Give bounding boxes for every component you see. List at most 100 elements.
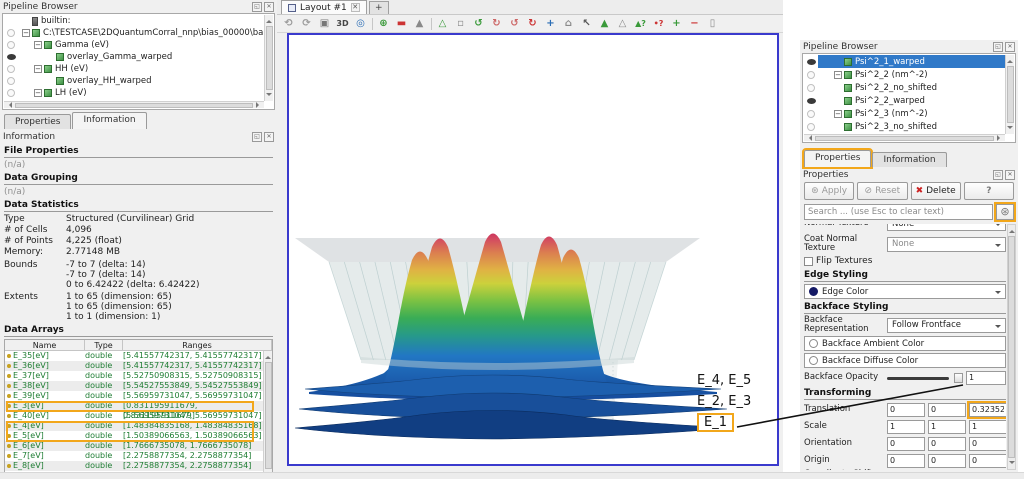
rotate-90cw-icon[interactable]: ↻	[524, 16, 541, 31]
visibility-toggle[interactable]	[4, 17, 18, 25]
table-row[interactable]: E_5[eV] double [1.50389066563, 1.5038906…	[5, 431, 263, 441]
translation-x-input[interactable]	[887, 403, 925, 417]
zoom-to-data-icon[interactable]: ⊕	[375, 16, 392, 31]
vertical-scrollbar[interactable]	[1007, 224, 1016, 470]
gear-icon[interactable]: ⊛	[996, 204, 1014, 220]
visibility-toggle[interactable]	[4, 77, 18, 85]
visibility-toggle[interactable]	[4, 65, 18, 73]
separator[interactable]	[429, 16, 433, 31]
origin-z-input[interactable]	[969, 454, 1006, 468]
expander-icon[interactable]: −	[834, 110, 842, 118]
visibility-toggle[interactable]	[804, 98, 818, 104]
coat-normal-texture-combo[interactable]: None	[887, 237, 1006, 252]
remove-icon[interactable]: −	[686, 16, 703, 31]
origin-y-input[interactable]	[928, 454, 966, 468]
undock-icon[interactable]: ◱	[252, 2, 262, 12]
origin-x-input[interactable]	[887, 454, 925, 468]
visibility-toggle[interactable]	[4, 29, 18, 37]
pipeline-item[interactable]: − Psi^2_2 (nm^-2)	[804, 68, 1005, 81]
backface-opacity-slider[interactable]	[887, 373, 963, 383]
close-icon[interactable]: ✕	[264, 2, 274, 12]
vertical-scrollbar[interactable]	[1005, 55, 1014, 134]
close-icon[interactable]: ✕	[1005, 42, 1015, 52]
pipeline-item[interactable]: − C:\TESTCASE\2DQuantumCorral_nnp\bias_0…	[4, 27, 264, 39]
scale-y-input[interactable]	[928, 420, 966, 434]
show-orientation-axes-icon[interactable]: ▲	[596, 16, 613, 31]
backface-representation-combo[interactable]: Follow Frontface	[887, 318, 1006, 333]
camera-undo-icon[interactable]: ⟲	[280, 16, 297, 31]
table-row[interactable]: E_3[eV] double [0.831195911679, 0.831195…	[5, 401, 263, 411]
reset-button[interactable]: ⊘Reset	[857, 182, 907, 200]
search-input[interactable]: Search ... (use Esc to clear text)	[804, 204, 993, 220]
pipeline-item[interactable]: − HH (eV)	[4, 63, 264, 75]
apply-button[interactable]: ⊛Apply	[804, 182, 854, 200]
delete-trash-icon[interactable]: ▯	[704, 16, 721, 31]
layout-tab[interactable]: Layout #1 ✕	[281, 0, 367, 14]
orientation-x-input[interactable]	[887, 437, 925, 451]
camera-redo-icon[interactable]: ⟳	[298, 16, 315, 31]
table-row[interactable]: E_6[eV] double [1.7666735078, 1.76667350…	[5, 441, 263, 451]
table-row[interactable]: E_35[eV] double [5.41557742317, 5.415577…	[5, 351, 263, 361]
axes-icon[interactable]: +	[542, 16, 559, 31]
translation-z-input[interactable]	[969, 403, 1006, 417]
visibility-toggle[interactable]	[4, 54, 18, 60]
undock-icon[interactable]: ◱	[993, 42, 1003, 52]
query-triangle-icon[interactable]: ▲?	[632, 16, 649, 31]
vertical-scrollbar[interactable]	[264, 15, 273, 101]
close-icon[interactable]: ✕	[1005, 170, 1015, 180]
rotate-left-icon[interactable]: ↺	[470, 16, 487, 31]
toggle-2d3d-icon[interactable]: 3D	[334, 16, 351, 31]
help-button[interactable]: ?	[964, 182, 1014, 200]
new-layout-tab[interactable]: +	[369, 1, 389, 14]
tab-information[interactable]: Information	[72, 112, 146, 129]
view-direction-icon[interactable]: △	[434, 16, 451, 31]
horizontal-scrollbar[interactable]	[4, 101, 264, 108]
tab-properties[interactable]: Properties	[4, 114, 71, 129]
undock-icon[interactable]: ◱	[993, 170, 1003, 180]
visibility-toggle[interactable]	[804, 84, 818, 92]
pipeline-item[interactable]: Psi^2_3_no_shifted	[804, 120, 1005, 133]
separator[interactable]	[370, 16, 374, 31]
backface-diffuse-color-button[interactable]: Backface Diffuse Color	[804, 353, 1006, 368]
table-row[interactable]: E_39[eV] double [5.56959731047, 5.569597…	[5, 391, 263, 401]
pipeline-item[interactable]: − Gamma (eV)	[4, 39, 264, 51]
visibility-toggle[interactable]	[4, 89, 18, 97]
close-tab-icon[interactable]: ✕	[351, 3, 360, 12]
pipeline-item[interactable]: overlay_Gamma_warped	[4, 51, 264, 63]
table-row[interactable]: E_8[eV] double [2.2758877354, 2.27588773…	[5, 461, 263, 471]
scale-z-input[interactable]	[969, 420, 1006, 434]
expander-icon[interactable]: −	[22, 29, 30, 37]
edge-color-button[interactable]: Edge Color	[804, 284, 1006, 299]
flip-textures-checkbox[interactable]	[804, 257, 813, 266]
scale-x-input[interactable]	[887, 420, 925, 434]
visibility-toggle[interactable]	[804, 71, 818, 79]
close-icon[interactable]: ✕	[264, 132, 274, 142]
pipeline-item[interactable]: − Psi^2_3 (nm^-2)	[804, 107, 1005, 120]
adjust-camera-icon[interactable]: ▫	[452, 16, 469, 31]
pipeline-item[interactable]: Psi^2_2_no_shifted	[804, 81, 1005, 94]
table-row[interactable]: E_37[eV] double [5.52750908315, 5.527509…	[5, 371, 263, 381]
pipeline-item[interactable]: − LH (eV)	[4, 87, 264, 99]
remove-zoom-icon[interactable]: ▬	[393, 16, 410, 31]
pick-center-icon[interactable]: ↖	[578, 16, 595, 31]
expander-icon[interactable]: −	[34, 89, 42, 97]
orientation-y-input[interactable]	[928, 437, 966, 451]
tab-information[interactable]: Information	[872, 152, 946, 167]
translation-y-input[interactable]	[928, 403, 966, 417]
undock-icon[interactable]: ◱	[252, 132, 262, 142]
table-row[interactable]: E_40[eV] double [5.56959731047, 5.569597…	[5, 411, 263, 421]
table-row[interactable]: E_7[eV] double [2.2758877354, 2.27588773…	[5, 451, 263, 461]
backface-ambient-color-button[interactable]: Backface Ambient Color	[804, 336, 1006, 351]
table-row[interactable]: E_36[eV] double [5.41557742317, 5.415577…	[5, 361, 263, 371]
add-icon[interactable]: +	[668, 16, 685, 31]
pipeline-item[interactable]: overlay_HH_warped	[4, 75, 264, 87]
table-header[interactable]: Name Type Ranges	[5, 340, 272, 351]
visibility-toggle[interactable]	[804, 123, 818, 131]
zoom-magnifier-icon[interactable]: ◎	[352, 16, 369, 31]
orientation-z-input[interactable]	[969, 437, 1006, 451]
visibility-toggle[interactable]	[4, 41, 18, 49]
expander-icon[interactable]: −	[834, 71, 842, 79]
delete-button[interactable]: ✖Delete	[911, 182, 961, 200]
pipeline-item[interactable]: Psi^2_2_warped	[804, 94, 1005, 107]
pipeline-item[interactable]: Psi^2_1_warped	[804, 55, 1005, 68]
